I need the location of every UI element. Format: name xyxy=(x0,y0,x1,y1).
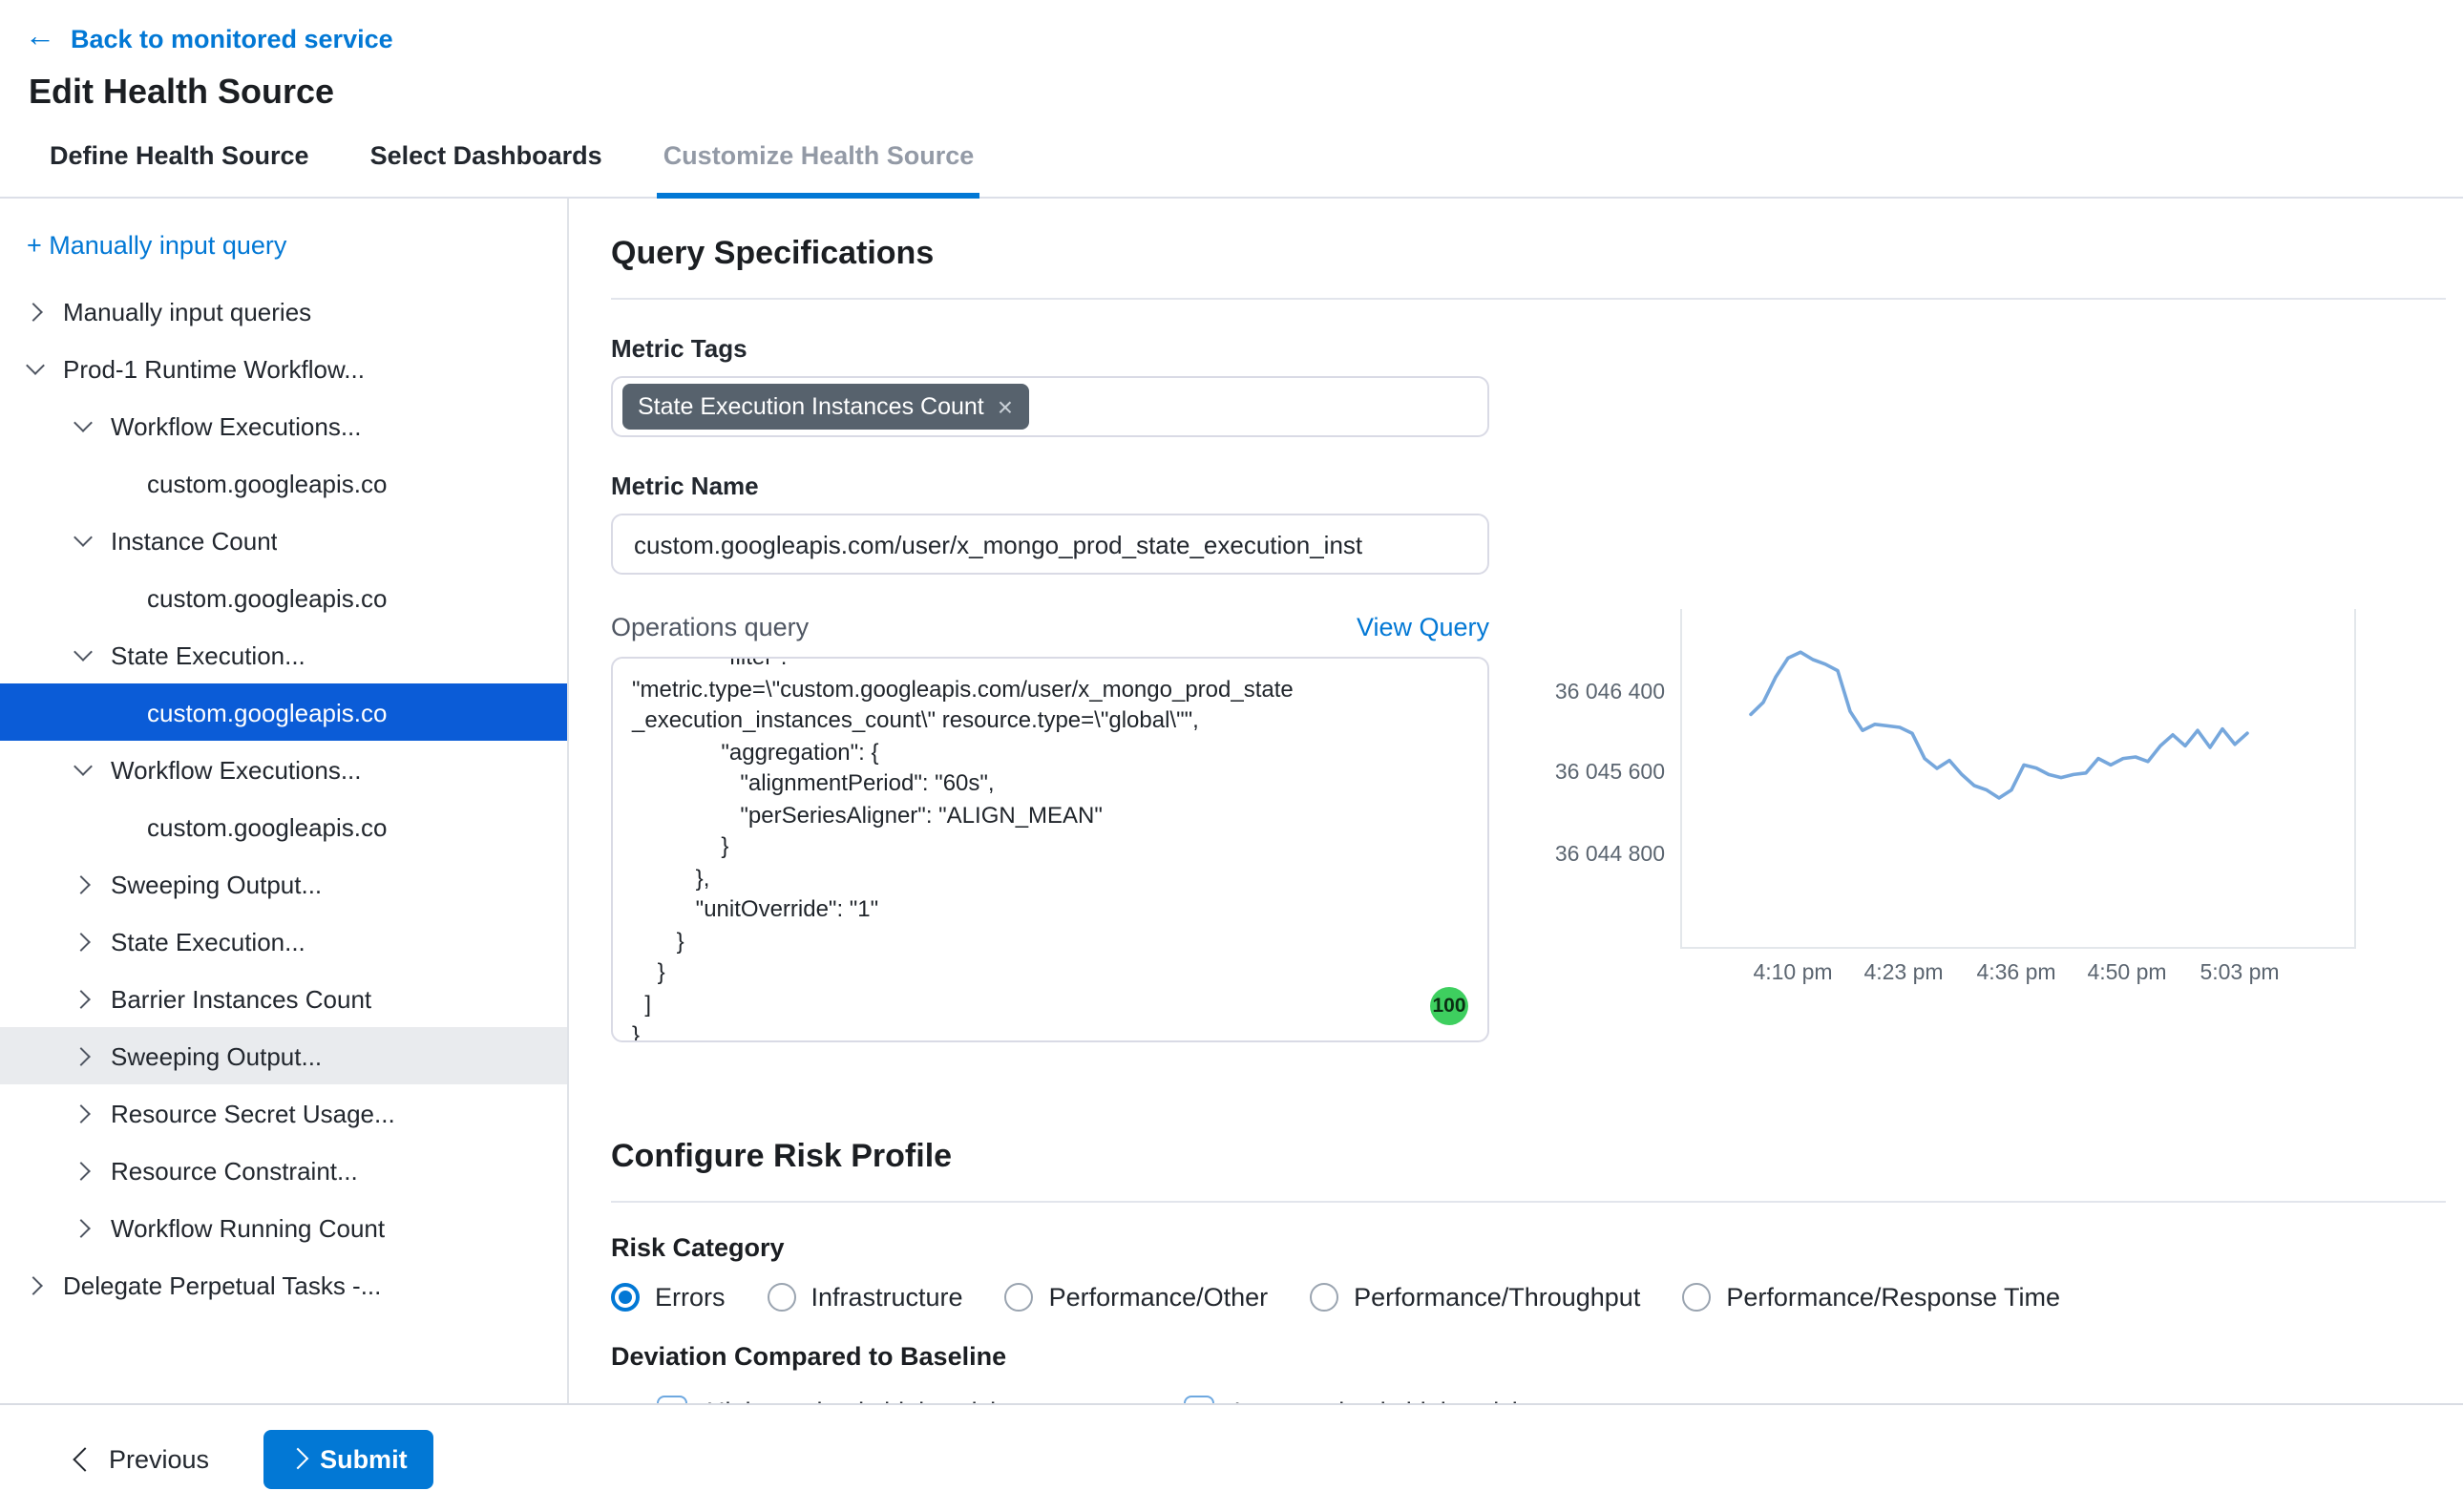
chevron-right-icon xyxy=(71,1216,94,1239)
tab-select-dashboards[interactable]: Select Dashboards xyxy=(365,141,608,199)
x-axis-tick: 4:50 pm xyxy=(2068,962,2186,985)
wizard-tabs: Define Health Source Select Dashboards C… xyxy=(0,124,2463,199)
back-to-monitored-service-link[interactable]: ← Back to monitored service xyxy=(25,23,393,53)
tree-item-barrier-instances-count[interactable]: Barrier Instances Count xyxy=(0,970,567,1027)
back-link-label: Back to monitored service xyxy=(71,24,393,52)
chevron-right-icon xyxy=(71,1102,94,1124)
page-title: Edit Health Source xyxy=(29,73,2463,113)
tree-item-sweeping-output-1[interactable]: Sweeping Output... xyxy=(0,855,567,913)
tree-item-workflow-running-count[interactable]: Workflow Running Count xyxy=(0,1199,567,1256)
x-axis-tick: 4:23 pm xyxy=(1844,962,1963,985)
tree-item-resource-constraint[interactable]: Resource Constraint... xyxy=(0,1142,567,1199)
tree-item-resource-secret-usage[interactable]: Resource Secret Usage... xyxy=(0,1084,567,1142)
tree-item-metric-4[interactable]: custom.googleapis.co xyxy=(0,798,567,855)
chevron-down-icon xyxy=(71,758,94,781)
tree-item-manually-input-queries[interactable]: Manually input queries xyxy=(0,283,567,340)
tree-item-prod1-runtime-workflow[interactable]: Prod-1 Runtime Workflow... xyxy=(0,340,567,397)
checkbox-icon xyxy=(657,1396,687,1403)
operations-query-text: "filter": "metric.type=\"custom.googleap… xyxy=(613,657,1487,1042)
operations-query-label: Operations query xyxy=(611,613,809,641)
view-query-link[interactable]: View Query xyxy=(1357,613,1489,641)
tab-define-health-source[interactable]: Define Health Source xyxy=(44,141,315,199)
metric-tag-label: State Execution Instances Count xyxy=(638,393,984,420)
radio-infrastructure[interactable]: Infrastructure xyxy=(768,1283,963,1312)
chevron-right-icon xyxy=(71,1159,94,1182)
risk-category-options: Errors Infrastructure Performance/Other … xyxy=(611,1283,2463,1312)
chevron-right-icon xyxy=(71,930,94,953)
previous-button[interactable]: Previous xyxy=(76,1444,209,1473)
chevron-down-icon xyxy=(71,529,94,552)
query-tree-sidebar: + Manually input query Manually input qu… xyxy=(0,199,569,1403)
tab-customize-health-source[interactable]: Customize Health Source xyxy=(658,141,980,199)
configure-risk-profile-title: Configure Risk Profile xyxy=(611,1138,2463,1176)
x-axis-tick: 4:10 pm xyxy=(1734,962,1852,985)
checkbox-higher-value-higher-risk[interactable]: Higher value is higher risk xyxy=(657,1396,1003,1403)
tree-item-metric-3-selected[interactable]: custom.googleapis.co xyxy=(0,683,567,741)
page-header: ← Back to monitored service Edit Health … xyxy=(0,0,2463,113)
chevron-right-icon xyxy=(23,300,46,323)
query-tree: Manually input queries Prod-1 Runtime Wo… xyxy=(0,283,567,1313)
chevron-down-icon xyxy=(71,414,94,437)
records-count-badge: 100 xyxy=(1430,987,1468,1025)
metric-tags-label: Metric Tags xyxy=(611,334,2463,363)
chevron-left-icon xyxy=(73,1446,96,1470)
x-axis-tick: 5:03 pm xyxy=(2180,962,2299,985)
x-axis-tick: 4:36 pm xyxy=(1957,962,2075,985)
chevron-right-icon xyxy=(23,1273,46,1296)
tree-item-instance-count[interactable]: Instance Count xyxy=(0,512,567,569)
chevron-down-icon xyxy=(23,357,46,380)
tree-item-workflow-executions-1[interactable]: Workflow Executions... xyxy=(0,397,567,454)
edit-health-source-page: ← Back to monitored service Edit Health … xyxy=(0,0,2463,1512)
metric-name-label: Metric Name xyxy=(611,472,2463,500)
radio-errors[interactable]: Errors xyxy=(611,1283,726,1312)
metric-tags-input[interactable]: State Execution Instances Count × xyxy=(611,376,1489,437)
radio-performance-response-time[interactable]: Performance/Response Time xyxy=(1682,1283,2060,1312)
chart-plot-area xyxy=(1680,609,2356,949)
y-axis-tick: 36 045 600 xyxy=(1493,762,1665,785)
wizard-footer: Previous Submit xyxy=(0,1403,2463,1512)
configure-risk-profile-section: Configure Risk Profile Risk Category Err… xyxy=(611,1138,2463,1403)
radio-icon xyxy=(1005,1283,1034,1312)
checkbox-lower-value-higher-risk[interactable]: Lower value is higher risk xyxy=(1185,1396,1526,1403)
checkbox-icon xyxy=(1185,1396,1215,1403)
radio-icon xyxy=(611,1283,640,1312)
metric-name-input[interactable]: custom.googleapis.com/user/x_mongo_prod_… xyxy=(611,514,1489,575)
tree-item-metric-2[interactable]: custom.googleapis.co xyxy=(0,569,567,626)
main-content: Query Specifications Metric Tags State E… xyxy=(569,199,2463,1403)
back-arrow-icon: ← xyxy=(25,23,55,53)
radio-icon xyxy=(1310,1283,1338,1312)
radio-icon xyxy=(1682,1283,1711,1312)
chart-line-svg xyxy=(1682,609,2354,945)
risk-category-label: Risk Category xyxy=(611,1233,2463,1262)
section-divider xyxy=(611,298,2446,300)
chevron-right-icon xyxy=(71,987,94,1010)
radio-performance-other[interactable]: Performance/Other xyxy=(1005,1283,1269,1312)
tree-item-sweeping-output-2[interactable]: Sweeping Output... xyxy=(0,1027,567,1084)
y-axis-tick: 36 046 400 xyxy=(1493,682,1665,704)
radio-performance-throughput[interactable]: Performance/Throughput xyxy=(1310,1283,1640,1312)
metric-preview-chart: 36 046 400 36 045 600 36 044 800 4:10 pm… xyxy=(1680,609,2356,949)
radio-icon xyxy=(768,1283,796,1312)
tree-item-workflow-executions-2[interactable]: Workflow Executions... xyxy=(0,741,567,798)
deviation-options: Higher value is higher risk Lower value … xyxy=(611,1396,2463,1403)
tree-item-delegate-perpetual-tasks[interactable]: Delegate Perpetual Tasks -... xyxy=(0,1256,567,1313)
tree-item-state-execution-1[interactable]: State Execution... xyxy=(0,626,567,683)
chevron-right-icon xyxy=(71,1044,94,1067)
tree-item-metric-1[interactable]: custom.googleapis.co xyxy=(0,454,567,512)
remove-tag-icon[interactable]: × xyxy=(998,393,1013,420)
operations-query-editor[interactable]: "filter": "metric.type=\"custom.googleap… xyxy=(611,657,1489,1042)
chevron-right-icon xyxy=(286,1448,308,1470)
y-axis-tick: 36 044 800 xyxy=(1493,844,1665,867)
add-manual-query-link[interactable]: + Manually input query xyxy=(0,231,567,260)
metric-tag-chip: State Execution Instances Count × xyxy=(622,384,1028,430)
section-divider xyxy=(611,1201,2446,1203)
tree-item-state-execution-2[interactable]: State Execution... xyxy=(0,913,567,970)
deviation-baseline-label: Deviation Compared to Baseline xyxy=(611,1342,2463,1371)
chevron-right-icon xyxy=(71,872,94,895)
chevron-down-icon xyxy=(71,643,94,666)
submit-button[interactable]: Submit xyxy=(263,1429,434,1488)
query-specifications-title: Query Specifications xyxy=(611,235,2463,273)
